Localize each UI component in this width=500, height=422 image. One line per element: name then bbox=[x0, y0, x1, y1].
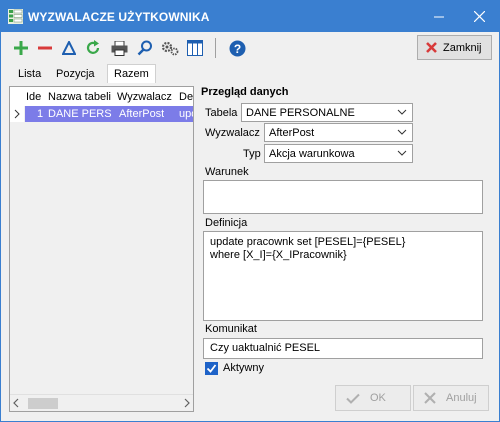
scroll-right-icon[interactable] bbox=[183, 398, 191, 408]
close-dialog-button[interactable]: Zamknij bbox=[417, 35, 492, 60]
tab-pozycja[interactable]: Pozycja bbox=[49, 64, 102, 83]
column-header-table[interactable]: Nazwa tabeli bbox=[48, 91, 112, 103]
cell-trigger: AfterPost bbox=[119, 108, 165, 120]
ok-button[interactable]: OK bbox=[335, 385, 411, 411]
chevron-down-icon bbox=[397, 129, 407, 135]
horizontal-scrollbar[interactable] bbox=[10, 394, 193, 411]
tabela-value: DANE PERSONALNE bbox=[246, 107, 355, 119]
window-close-button[interactable] bbox=[459, 1, 499, 32]
tabela-label: Tabela bbox=[205, 107, 238, 119]
cancel-x-icon bbox=[424, 392, 436, 404]
refresh-button[interactable] bbox=[83, 38, 103, 58]
typ-select[interactable]: Akcja warunkowa bbox=[264, 144, 413, 163]
close-x-icon bbox=[426, 42, 437, 53]
columns-button[interactable] bbox=[185, 38, 205, 58]
help-button[interactable]: ? bbox=[227, 38, 247, 58]
chevron-down-icon bbox=[397, 109, 407, 115]
print-icon bbox=[111, 40, 127, 56]
tabela-select[interactable]: DANE PERSONALNE bbox=[241, 103, 413, 122]
columns-icon bbox=[187, 40, 203, 56]
edit-button[interactable] bbox=[59, 38, 79, 58]
wyzwalacz-select[interactable]: AfterPost bbox=[264, 123, 413, 142]
cancel-label: Anuluj bbox=[446, 392, 477, 404]
close-icon bbox=[473, 11, 485, 22]
minimize-button[interactable] bbox=[419, 1, 459, 32]
wyzwalacz-label: Wyzwalacz bbox=[205, 127, 260, 139]
scroll-thumb[interactable] bbox=[28, 398, 58, 409]
triggers-grid[interactable]: Ide Nazwa tabeli Wyzwalacz De 1 DANE PER… bbox=[9, 86, 194, 412]
column-header-trigger[interactable]: Wyzwalacz bbox=[117, 91, 179, 103]
panel-title: Przegląd danych bbox=[201, 86, 289, 98]
search-icon bbox=[137, 40, 152, 56]
app-icon bbox=[8, 9, 23, 24]
chevron-down-icon bbox=[397, 150, 407, 156]
aktywny-checkbox[interactable] bbox=[205, 362, 218, 375]
scroll-left-icon[interactable] bbox=[12, 398, 20, 408]
settings-button[interactable] bbox=[160, 38, 180, 58]
cell-id: 1 bbox=[37, 108, 44, 120]
settings-icon bbox=[161, 41, 179, 56]
close-dialog-label: Zamknij bbox=[443, 41, 482, 54]
search-button[interactable] bbox=[135, 38, 155, 58]
edit-triangle-icon bbox=[62, 41, 76, 55]
warunek-label: Warunek bbox=[205, 166, 249, 178]
typ-label: Typ bbox=[243, 148, 261, 160]
ok-label: OK bbox=[370, 392, 386, 404]
column-header-definition[interactable]: De bbox=[179, 91, 193, 103]
warunek-field[interactable] bbox=[203, 180, 483, 214]
table-row[interactable]: 1 DANE PERSON AfterPost upd bbox=[10, 106, 193, 122]
toolbar-separator bbox=[215, 38, 216, 58]
refresh-icon bbox=[86, 40, 100, 54]
minimize-icon bbox=[434, 16, 444, 17]
print-button[interactable] bbox=[109, 38, 129, 58]
komunikat-field[interactable]: Czy uaktualnić PESEL bbox=[203, 338, 483, 359]
cell-table: DANE PERSON bbox=[48, 108, 112, 120]
help-icon: ? bbox=[229, 40, 245, 56]
selected-row[interactable]: 1 DANE PERSON AfterPost upd bbox=[25, 106, 193, 122]
svg-text:?: ? bbox=[233, 42, 240, 56]
komunikat-label: Komunikat bbox=[205, 323, 257, 335]
cell-definition: upd bbox=[179, 108, 193, 120]
grid-header: Ide Nazwa tabeli Wyzwalacz De bbox=[10, 87, 193, 106]
row-indicator-icon bbox=[10, 106, 24, 122]
add-icon bbox=[14, 41, 28, 55]
window-title: WYZWALACZE UŻYTKOWNIKA bbox=[28, 10, 210, 24]
aktywny-label: Aktywny bbox=[223, 362, 264, 374]
typ-value: Akcja warunkowa bbox=[269, 148, 355, 160]
check-icon bbox=[346, 393, 360, 404]
tab-lista[interactable]: Lista bbox=[11, 64, 48, 83]
column-header-id[interactable]: Ide bbox=[26, 91, 46, 103]
remove-icon bbox=[38, 46, 52, 50]
cancel-button[interactable]: Anuluj bbox=[413, 385, 489, 411]
wyzwalacz-value: AfterPost bbox=[269, 127, 315, 139]
tab-razem[interactable]: Razem bbox=[107, 64, 156, 83]
add-button[interactable] bbox=[11, 38, 31, 58]
definicja-label: Definicja bbox=[205, 217, 248, 229]
definicja-field[interactable]: update pracownk set [PESEL]={PESEL} wher… bbox=[203, 231, 483, 321]
checkmark-icon bbox=[206, 364, 217, 373]
remove-button[interactable] bbox=[35, 38, 55, 58]
title-bar[interactable]: WYZWALACZE UŻYTKOWNIKA bbox=[1, 1, 499, 32]
